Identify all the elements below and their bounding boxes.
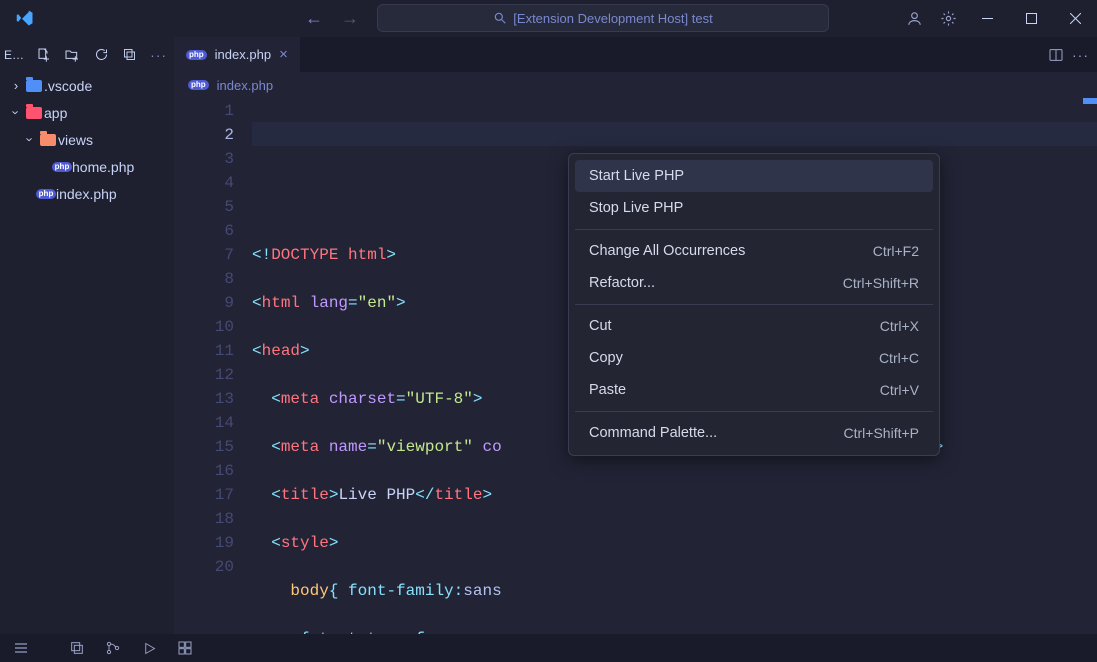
php-icon: php [36,189,57,199]
minimize-button[interactable] [965,0,1009,36]
app-window: ← → [Extension Development Host] test [0,0,1097,662]
editor-actions: ··· [1040,37,1097,72]
new-file-icon[interactable] [34,44,53,66]
context-menu-item[interactable]: Copy Ctrl+C [575,342,933,374]
context-menu-label: Stop Live PHP [589,200,683,216]
remote-icon[interactable] [66,637,88,659]
chevron-down-icon: › [9,105,24,121]
context-menu-item[interactable]: Change All Occurrences Ctrl+F2 [575,235,933,267]
context-menu-shortcut: Ctrl+C [879,350,919,366]
context-menu-separator [575,411,933,412]
context-menu-label: Command Palette... [589,425,717,441]
context-menu-item[interactable]: Cut Ctrl+X [575,310,933,342]
breadcrumb[interactable]: php index.php [174,72,1097,98]
account-icon[interactable] [897,0,931,36]
nav-arrows: ← → [305,8,359,29]
chevron-down-icon: › [23,132,38,148]
context-menu-shortcut: Ctrl+Shift+R [843,275,919,291]
context-menu-item[interactable]: Paste Ctrl+V [575,374,933,406]
breadcrumb-file: index.php [217,78,273,93]
context-menu: Start Live PHP Stop Live PHP Change All Oc… [568,153,940,456]
command-center-text: [Extension Development Host] test [513,11,712,26]
nav-back-icon[interactable]: ← [305,8,323,29]
folder-icon [40,134,56,146]
menu-icon[interactable] [10,637,32,659]
tree-folder-vscode[interactable]: › .vscode [0,72,174,99]
tree-label: .vscode [44,78,92,94]
explorer-title: E… [4,48,24,62]
overview-marker [1083,98,1097,104]
new-folder-icon[interactable] [63,44,82,66]
tree-label: views [58,132,93,148]
context-menu-item[interactable]: Start Live PHP [575,160,933,192]
folder-icon [26,80,42,92]
context-menu-label: Cut [589,318,612,334]
extensions-icon[interactable] [174,637,196,659]
context-menu-shortcut: Ctrl+V [880,382,919,398]
context-menu-item[interactable]: Command Palette... Ctrl+Shift+P [575,417,933,449]
php-icon: php [186,50,207,60]
collapse-icon[interactable] [120,44,139,66]
overview-ruler[interactable] [1083,98,1097,634]
php-icon: php [188,80,209,90]
tree-label: app [44,105,67,121]
context-menu-separator [575,229,933,230]
context-menu-shortcut: Ctrl+X [880,318,919,334]
run-icon[interactable] [138,637,160,659]
tree-file-home[interactable]: php home.php [0,153,174,180]
context-menu-label: Paste [589,382,626,398]
gear-icon[interactable] [931,0,965,36]
php-icon: php [52,162,73,172]
close-icon[interactable]: × [279,46,288,63]
context-menu-label: Copy [589,350,623,366]
tree-file-index[interactable]: php index.php [0,180,174,207]
nav-forward-icon[interactable]: → [341,8,359,29]
folder-icon [26,107,42,119]
context-menu-label: Refactor... [589,275,655,291]
tree-folder-views[interactable]: › views [0,126,174,153]
explorer-more-icon[interactable]: ··· [149,44,168,66]
tree-label: index.php [56,186,117,202]
context-menu-label: Change All Occurrences [589,243,745,259]
vscode-logo [0,9,50,27]
context-menu-item[interactable]: Stop Live PHP [575,192,933,224]
context-menu-separator [575,304,933,305]
source-control-icon[interactable] [102,637,124,659]
tree-label: home.php [72,159,134,175]
line-gutter: 1234567891011121314151617181920 [174,98,252,634]
tab-bar: php index.php × ··· [174,37,1097,72]
explorer-panel: E… ··· › .vscode [0,37,174,634]
chevron-right-icon: › [8,78,24,93]
search-icon [493,11,507,25]
context-menu-item[interactable]: Refactor... Ctrl+Shift+R [575,267,933,299]
file-tree: › .vscode › app › views php home.php [0,72,174,207]
context-menu-shortcut: Ctrl+F2 [873,243,919,259]
context-menu-shortcut: Ctrl+Shift+P [844,425,919,441]
tab-label: index.php [215,47,271,62]
maximize-button[interactable] [1009,0,1053,36]
refresh-icon[interactable] [92,44,111,66]
editor-more-icon[interactable]: ··· [1072,47,1089,63]
status-bar [0,634,1097,662]
title-bar: ← → [Extension Development Host] test [0,0,1097,37]
tree-folder-app[interactable]: › app [0,99,174,126]
split-editor-icon[interactable] [1048,47,1064,63]
explorer-header: E… ··· [0,37,174,72]
command-center[interactable]: [Extension Development Host] test [377,4,829,32]
close-button[interactable] [1053,0,1097,36]
context-menu-label: Start Live PHP [589,168,684,184]
tab-index-php[interactable]: php index.php × [174,37,300,72]
active-line-highlight [252,122,1097,146]
